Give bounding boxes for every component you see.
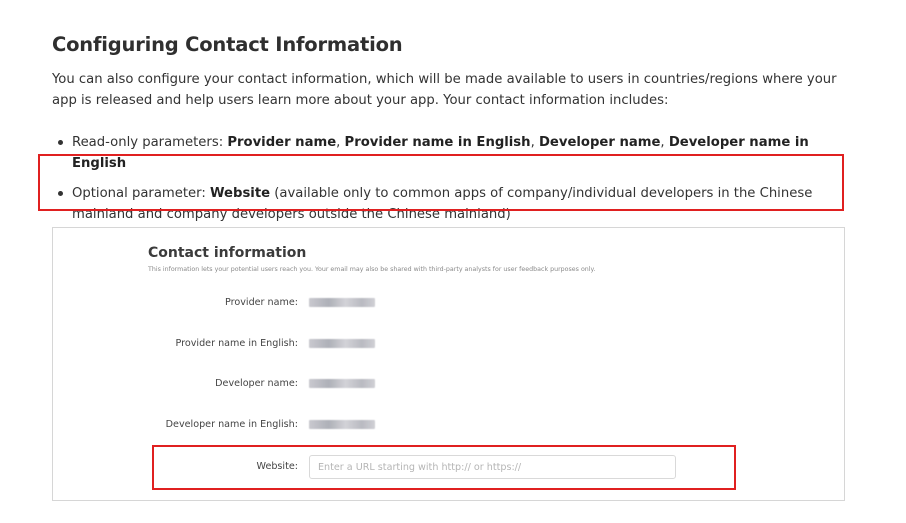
provider-name-value-redacted — [309, 298, 375, 307]
page-heading: Configuring Contact Information — [52, 33, 403, 56]
intro-paragraph: You can also configure your contact info… — [52, 72, 837, 108]
panel-title: Contact information — [148, 245, 307, 261]
developer-name-label: Developer name: — [215, 378, 298, 389]
param-developer-name: Developer name — [538, 135, 661, 150]
provider-name-english-label: Provider name in English: — [175, 338, 298, 349]
param-provider-name-english: Provider name in English — [344, 135, 531, 150]
highlight-box-website-field — [152, 445, 736, 490]
provider-name-label: Provider name: — [225, 297, 298, 308]
separator: , — [530, 135, 539, 150]
separator: , — [660, 135, 669, 150]
developer-name-english-label: Developer name in English: — [165, 419, 298, 430]
highlight-box-optional-parameter — [38, 154, 844, 211]
developer-name-value-redacted — [309, 379, 375, 388]
developer-name-english-value-redacted — [309, 420, 375, 429]
provider-name-english-value-redacted — [309, 339, 375, 348]
separator: , — [336, 135, 345, 150]
param-provider-name: Provider name — [227, 135, 337, 150]
read-only-prefix: Read-only parameters: — [72, 135, 228, 150]
panel-subtitle: This information lets your potential use… — [148, 266, 596, 273]
